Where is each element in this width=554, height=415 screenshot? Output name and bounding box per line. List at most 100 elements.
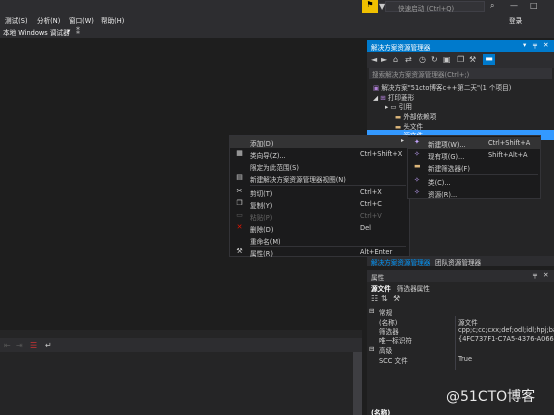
pin-icon[interactable]: ⁑ bbox=[76, 27, 80, 36]
menu-analyze[interactable]: 分析(N) bbox=[37, 15, 60, 25]
solution-explorer-search-input[interactable]: 搜索解决方案资源管理器(Ctrl+;) bbox=[369, 68, 552, 79]
section-general[interactable]: ⊟ 常规 bbox=[367, 307, 554, 317]
dropdown-icon[interactable]: ▾ bbox=[523, 41, 526, 49]
categorized-icon[interactable]: ☷ bbox=[371, 294, 378, 303]
submenu-item-existing-item[interactable]: ✧ 现有项(G)... Shift+Alt+A bbox=[408, 149, 540, 161]
menu-item-scope-to-this[interactable]: 限定为此范围(S) bbox=[230, 160, 409, 172]
collapse-icon[interactable]: ⊟ bbox=[369, 307, 375, 315]
menu-item-paste[interactable]: ▭ 粘贴(P) Ctrl+V bbox=[230, 210, 409, 222]
home-icon[interactable]: ⌂ bbox=[393, 55, 398, 64]
quick-launch-placeholder: 快速启动 (Ctrl+Q) bbox=[398, 5, 455, 13]
tab-team-explorer[interactable]: 团队资源管理器 bbox=[435, 257, 481, 267]
menu-item-shortcut: Ctrl+Shift+X bbox=[360, 150, 403, 158]
menu-item-label: 新建项(W)... bbox=[428, 141, 466, 149]
wrench-icon: ⚒ bbox=[236, 247, 243, 255]
sync-icon[interactable]: ⇄ bbox=[405, 55, 412, 64]
menu-test[interactable]: 测试(S) bbox=[5, 15, 28, 25]
preview-icon[interactable]: ▬ bbox=[483, 54, 495, 65]
debugger-dropdown-icon[interactable]: ▾ bbox=[67, 27, 70, 35]
menu-item-properties[interactable]: ⚒ 属性(R) Alt+Enter bbox=[230, 246, 409, 258]
menu-item-class-wizard[interactable]: ▦ 类向导(Z)... Ctrl+Shift+X bbox=[230, 148, 409, 160]
close-icon[interactable]: ✕ bbox=[543, 271, 549, 279]
section-label: 常规 bbox=[379, 309, 393, 317]
clear-all-icon[interactable]: ☰ bbox=[30, 341, 37, 350]
menu-item-rename[interactable]: 重命名(M) bbox=[230, 234, 409, 246]
expand-icon[interactable]: ▸ bbox=[385, 103, 388, 111]
collapse-icon[interactable]: ▣ bbox=[443, 55, 451, 64]
submenu-item-new-filter[interactable]: ▬ 新建筛选器(F) bbox=[408, 161, 540, 173]
solution-explorer-title-text: 解决方案资源管理器 bbox=[371, 44, 431, 52]
menu-item-cut[interactable]: ✂ 剪切(T) Ctrl+X bbox=[230, 186, 409, 198]
menu-item-shortcut: Shift+Alt+A bbox=[488, 151, 528, 159]
menu-item-label: 粘贴(P) bbox=[250, 214, 273, 222]
debugger-label[interactable]: 本地 Windows 调试器 bbox=[3, 27, 70, 37]
copy-icon: ❐ bbox=[236, 199, 243, 207]
tree-item-solution[interactable]: ▣ 解决方案"51cto博客c++第二天"(1 个项目) bbox=[373, 82, 554, 92]
property-row[interactable]: SCC 文件 True bbox=[367, 355, 554, 365]
menu-help[interactable]: 帮助(H) bbox=[101, 15, 124, 25]
maximize-icon[interactable]: □ bbox=[530, 1, 538, 10]
menu-item-shortcut: Ctrl+V bbox=[360, 212, 382, 220]
search-placeholder: 搜索解决方案资源管理器(Ctrl+;) bbox=[372, 71, 470, 79]
add-submenu: ✦ 新建项(W)... Ctrl+Shift+A ✧ 现有项(G)... Shi… bbox=[407, 135, 541, 199]
menu-item-copy[interactable]: ❐ 复制(Y) Ctrl+C bbox=[230, 198, 409, 210]
close-icon[interactable]: ✕ bbox=[543, 41, 549, 49]
properties-subject-name: 源文件 bbox=[371, 285, 391, 293]
properties-title-text: 属性 bbox=[371, 274, 385, 282]
expand-icon[interactable]: ◢ bbox=[373, 94, 378, 102]
tree-item-label: 外部依赖项 bbox=[403, 113, 437, 121]
menu-item-label: 添加(D) bbox=[250, 140, 274, 148]
pin-icon[interactable]: ╤ bbox=[533, 41, 537, 49]
tree-item-label: 引用 bbox=[398, 103, 412, 111]
property-key: 唯一标识符 bbox=[379, 337, 412, 345]
minimize-icon[interactable]: — bbox=[510, 1, 518, 10]
new-filter-icon: ▬ bbox=[414, 162, 421, 170]
menu-item-delete[interactable]: ✕ 删除(D) Del bbox=[230, 222, 409, 234]
tab-solution-explorer[interactable]: 解决方案资源管理器 bbox=[371, 257, 430, 267]
output-scrollbar[interactable] bbox=[353, 352, 362, 415]
delete-icon: ✕ bbox=[236, 223, 243, 231]
quick-launch-input[interactable]: 快速启动 (Ctrl+Q) bbox=[385, 1, 485, 13]
flag-icon[interactable]: ⚑ bbox=[362, 0, 378, 13]
property-row[interactable]: 筛选器 cpp;c;cc;cxx;def;odl;idl;hpj;bat bbox=[367, 326, 554, 336]
show-all-icon[interactable]: ❐ bbox=[457, 55, 464, 64]
menu-window[interactable]: 窗口(W) bbox=[69, 15, 94, 25]
folder-icon: ▬ bbox=[395, 113, 402, 121]
history-icon[interactable]: ◷ bbox=[419, 55, 426, 64]
class-icon: ✧ bbox=[414, 176, 420, 184]
submenu-item-resource[interactable]: ✧ 资源(R)... bbox=[408, 187, 540, 199]
new-view-icon: ▤ bbox=[236, 173, 243, 181]
menu-item-add[interactable]: 添加(D) ▸ bbox=[230, 136, 409, 148]
property-value: cpp;c;cc;cxx;def;odl;idl;hpj;bat bbox=[458, 326, 554, 334]
collapse-icon[interactable]: ⊟ bbox=[369, 345, 375, 353]
pin-icon[interactable]: ╤ bbox=[533, 271, 537, 279]
refresh-icon[interactable]: ↻ bbox=[431, 55, 438, 64]
forward-icon[interactable]: ► bbox=[381, 55, 387, 64]
menu-item-new-view[interactable]: ▤ 新建解决方案资源管理器视图(N) bbox=[230, 172, 409, 184]
properties-icon[interactable]: ⚒ bbox=[469, 55, 476, 64]
resource-icon: ✧ bbox=[414, 188, 420, 196]
property-row[interactable]: (名称) 源文件 bbox=[367, 317, 554, 327]
submenu-item-class[interactable]: ✧ 类(C)... bbox=[408, 175, 540, 187]
back-icon[interactable]: ◄ bbox=[371, 55, 377, 64]
tree-item-external-deps[interactable]: ▬ 外部依赖项 bbox=[395, 111, 554, 121]
existing-item-icon: ✧ bbox=[414, 150, 420, 158]
section-label: 高级 bbox=[379, 347, 393, 355]
properties-subject[interactable]: 源文件 筛选器属性 bbox=[371, 283, 430, 293]
wrench-icon[interactable]: ⚒ bbox=[393, 294, 400, 303]
login-link[interactable]: 登录 bbox=[509, 15, 522, 25]
menu-item-shortcut: Ctrl+Shift+A bbox=[488, 139, 531, 147]
menu-item-label: 类(C)... bbox=[428, 179, 451, 187]
submenu-item-new-item[interactable]: ✦ 新建项(W)... Ctrl+Shift+A bbox=[408, 137, 540, 149]
tree-item-references[interactable]: ▸ ▭ 引用 bbox=[385, 101, 554, 111]
menu-item-label: 复制(Y) bbox=[250, 202, 273, 210]
go-to-previous-icon[interactable]: ⇤ bbox=[4, 341, 11, 350]
menu-item-label: 新建筛选器(F) bbox=[428, 165, 470, 173]
section-advanced[interactable]: ⊟ 高级 bbox=[367, 345, 554, 355]
search-icon[interactable]: ⌕ bbox=[490, 1, 494, 11]
property-row[interactable]: 唯一标识符 {4FC737F1-C7A5-4376-A066-2 bbox=[367, 335, 554, 345]
menu-item-shortcut: Alt+Enter bbox=[360, 248, 393, 256]
word-wrap-icon[interactable]: ↵ bbox=[45, 341, 52, 350]
go-to-next-icon[interactable]: ⇥ bbox=[16, 341, 23, 350]
alphabetical-icon[interactable]: ⇅ bbox=[381, 294, 388, 303]
